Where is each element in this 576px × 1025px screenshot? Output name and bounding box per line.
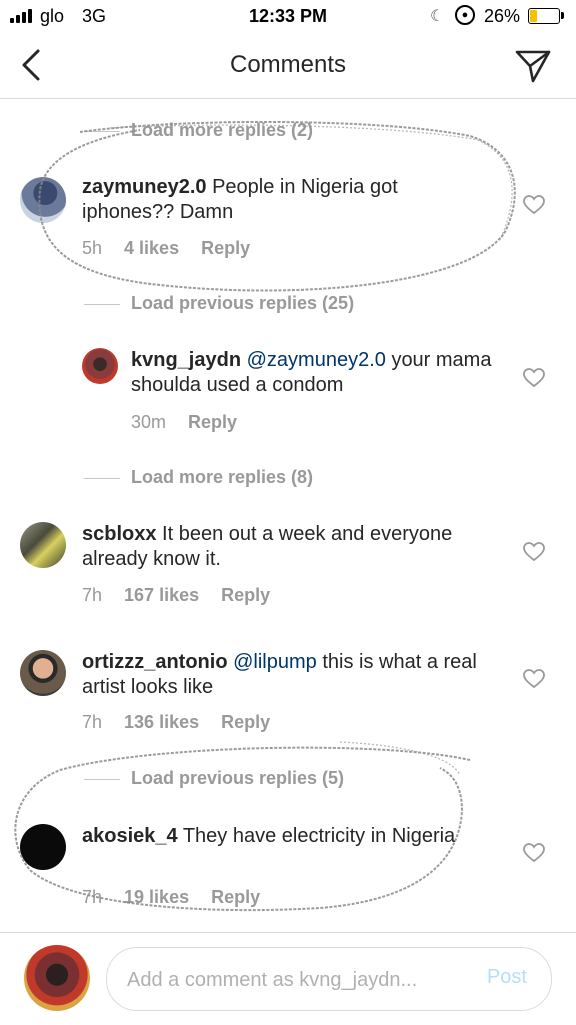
divider bbox=[84, 779, 120, 780]
comment-meta: 5h 4 likes Reply bbox=[82, 238, 250, 259]
header: Comments bbox=[0, 34, 576, 99]
scribble-annotations bbox=[14, 120, 516, 912]
comment-likes[interactable]: 167 likes bbox=[124, 585, 199, 605]
status-bar: glo 3G 12:33 PM ☾ ● 26% bbox=[0, 0, 576, 34]
heart-icon[interactable] bbox=[523, 195, 545, 215]
comment-text: akosiek_4 They have electricity in Niger… bbox=[82, 824, 482, 849]
reply-button[interactable]: Reply bbox=[211, 887, 260, 907]
page-title: Comments bbox=[229, 51, 347, 78]
heart-icon[interactable] bbox=[523, 843, 545, 863]
load-previous-replies-link[interactable]: Load previous replies (25) bbox=[131, 293, 354, 314]
comment-time: 7h bbox=[82, 585, 103, 605]
heart-icon[interactable] bbox=[523, 542, 545, 562]
orientation-lock-icon: ● bbox=[455, 5, 475, 25]
comment-text: ortizzz_antonio @lilpump this is what a … bbox=[82, 650, 502, 700]
moon-icon: ☾ bbox=[430, 8, 445, 25]
paper-plane-icon[interactable] bbox=[514, 48, 552, 84]
load-more-replies-link[interactable]: Load more replies (2) bbox=[131, 120, 313, 141]
divider bbox=[84, 131, 120, 132]
comment-username[interactable]: akosiek_4 bbox=[82, 825, 178, 847]
battery-tip bbox=[561, 12, 564, 19]
comment-mention[interactable]: @lilpump bbox=[233, 651, 317, 673]
comment-time: 7h bbox=[82, 712, 103, 732]
post-button[interactable]: Post bbox=[487, 966, 527, 989]
comment-likes[interactable]: 19 likes bbox=[124, 887, 189, 907]
comment-text: kvng_jaydn @zaymuney2.0 your mama should… bbox=[131, 348, 501, 398]
battery-percent: 26% bbox=[484, 6, 521, 26]
battery-icon bbox=[528, 8, 560, 24]
comment-meta: 7h 19 likes Reply bbox=[82, 887, 260, 908]
divider bbox=[84, 304, 120, 305]
comment-meta: 7h 167 likes Reply bbox=[82, 585, 270, 606]
avatar[interactable] bbox=[20, 824, 66, 870]
comment-text: scbloxx It been out a week and everyone … bbox=[82, 522, 502, 572]
comment-meta: 30m Reply bbox=[131, 412, 237, 433]
comment-username[interactable]: kvng_jaydn bbox=[131, 349, 241, 371]
comment-meta: 7h 136 likes Reply bbox=[82, 712, 270, 733]
heart-icon[interactable] bbox=[523, 669, 545, 689]
comment-input-container: Post bbox=[106, 947, 552, 1012]
load-previous-replies-link[interactable]: Load previous replies (5) bbox=[131, 768, 344, 789]
comment-composer: Post bbox=[0, 932, 576, 1025]
comment-time: 5h bbox=[82, 238, 103, 258]
comment-username[interactable]: ortizzz_antonio bbox=[82, 651, 228, 673]
load-more-replies-link[interactable]: Load more replies (8) bbox=[131, 467, 313, 488]
comment-body: They have electricity in Nigeria bbox=[182, 825, 456, 847]
comment-text: zaymuney2.0 People in Nigeria got iphone… bbox=[82, 175, 492, 225]
avatar[interactable] bbox=[20, 177, 66, 223]
comment-time: 7h bbox=[82, 887, 103, 907]
comment-input[interactable] bbox=[125, 948, 469, 1012]
reply-button[interactable]: Reply bbox=[221, 712, 270, 732]
avatar bbox=[24, 945, 90, 1011]
divider bbox=[84, 478, 120, 479]
avatar[interactable] bbox=[82, 348, 118, 384]
comment-username[interactable]: scbloxx bbox=[82, 523, 156, 545]
comment-username[interactable]: zaymuney2.0 bbox=[82, 176, 207, 198]
comment-time: 30m bbox=[131, 412, 167, 432]
avatar[interactable] bbox=[20, 650, 66, 696]
reply-button[interactable]: Reply bbox=[201, 238, 250, 258]
battery-level bbox=[530, 10, 537, 22]
reply-button[interactable]: Reply bbox=[188, 412, 237, 432]
reply-button[interactable]: Reply bbox=[221, 585, 270, 605]
comment-mention[interactable]: @zaymuney2.0 bbox=[247, 349, 386, 371]
scribble-circle-bottom-2 bbox=[339, 741, 461, 776]
comment-likes[interactable]: 4 likes bbox=[124, 238, 179, 258]
comment-likes[interactable]: 136 likes bbox=[124, 712, 199, 732]
avatar[interactable] bbox=[20, 522, 66, 568]
heart-icon[interactable] bbox=[523, 368, 545, 388]
